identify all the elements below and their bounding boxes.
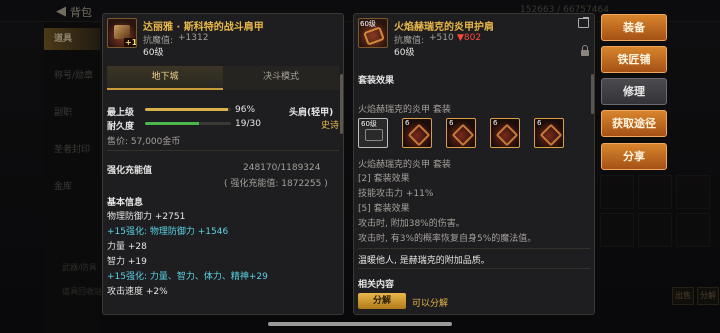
divider (358, 268, 590, 269)
set-item-icon[interactable]: 60级 (358, 118, 388, 148)
disassemble-tag[interactable]: 分解 (358, 293, 406, 309)
set-effect-line: [5] 套装效果 (358, 204, 410, 214)
item-icon-shoulder: +15 (107, 18, 137, 48)
basic-stat-line: 智力 +19 (107, 257, 147, 267)
lock-icon[interactable] (581, 45, 589, 56)
item-level: 60级 (394, 48, 415, 58)
durability-bar (145, 122, 231, 125)
set-effects-list: [2] 套装效果技能攻击力 +11% [5] 套装效果攻击时, 附加38%的伤害。… (358, 172, 590, 247)
durability-label: 耐久度 (107, 122, 135, 132)
compare-panel-right: 60级 火焰赫瑞克的炎甲护肩 抗魔值: +510 ▼802 60级 套装效果 火… (353, 13, 595, 315)
set-effect-line: [2] 套装效果 (358, 174, 410, 184)
basic-stat-line: 力量 +28 (107, 242, 147, 252)
grade-value: 96% (235, 105, 256, 115)
refine-value: 248170/1189324 (243, 163, 321, 173)
set-name-2: 火焰赫瑞克的炎甲 套装 (358, 160, 451, 170)
screen: ◀ 背包 152663 / 66757464 道具 称号/勋章 副职 圣者封印 … (0, 0, 720, 333)
sell-price: 售价: 57,000金币 (107, 137, 181, 147)
rarity-label: 史诗 (321, 121, 340, 131)
scrollbar-thumb[interactable] (591, 74, 594, 114)
enhance-badge: +15 (124, 38, 136, 47)
equip-button[interactable]: 装备 (601, 14, 667, 41)
set-item-icon[interactable]: 6 (534, 118, 564, 148)
share-button[interactable]: 分享 (601, 143, 667, 170)
tab-pvp[interactable]: 决斗模式 (223, 66, 339, 90)
mode-tabs: 地下城 决斗模式 (107, 66, 339, 90)
tab-dungeon[interactable]: 地下城 (107, 66, 223, 90)
item-level: 60级 (143, 48, 164, 58)
item-name: 火焰赫瑞克的炎甲护肩 (394, 22, 494, 33)
related-title: 相关内容 (358, 280, 395, 290)
item-icon-flame-shoulder: 60级 (358, 18, 388, 48)
set-effect-line: 攻击时, 附加38%的伤害。 (358, 219, 465, 229)
basic-info-title: 基本信息 (107, 198, 144, 208)
slot-type: 头肩(轻甲) (289, 108, 334, 118)
blacksmith-button[interactable]: 铁匠铺 (601, 46, 667, 73)
resist-value: +1312 (178, 33, 209, 43)
set-items-row: 60级 6 6 6 6 6 (358, 118, 590, 152)
basic-stat-line: 攻击速度 +2% (107, 287, 168, 297)
grade-label: 最上级 (107, 108, 135, 118)
set-item-icon[interactable]: 6 (446, 118, 476, 148)
set-effect-title: 套装效果 (358, 76, 395, 86)
basic-stat-line: 物理防御力 +2751 (107, 212, 186, 222)
repair-button[interactable]: 修理 (601, 78, 667, 105)
compare-panel-left: +15 达丽雅 · 斯科特的战斗肩甲 抗魔值: +1312 60级 地下城 决斗… (102, 13, 344, 315)
resist-value: +510 (429, 33, 454, 43)
set-item-icon[interactable]: 6 (490, 118, 520, 148)
refine-label: 强化充能值 (107, 166, 153, 176)
basic-info-list: 物理防御力 +2751 +15强化: 物理防御力 +1546 力量 +28 智力 +1… (107, 210, 343, 300)
set-effect-line: 攻击时, 有3%的概率恢复自身5%的魔法值。 (358, 234, 537, 244)
durability-value: 19/30 (235, 119, 261, 129)
grade-bar (145, 108, 231, 111)
share-link-icon[interactable] (578, 17, 589, 28)
refine-sub: ( 强化充能值: 1872255 ) (224, 179, 328, 189)
set-name: 火焰赫瑞克的炎甲 套装 (358, 105, 451, 115)
scrollbar-thumb[interactable] (340, 74, 343, 134)
basic-stat-line: +15强化: 力量、智力、体力、精神+29 (107, 272, 268, 282)
obtain-source-button[interactable]: 获取途径 (601, 110, 667, 137)
item-name: 达丽雅 · 斯科特的战斗肩甲 (143, 22, 264, 33)
basic-stat-line: +15强化: 物理防御力 +1546 (107, 227, 229, 237)
set-item-icon[interactable]: 6 (402, 118, 432, 148)
divider (107, 150, 339, 151)
flavor-text: 温暖他人, 是赫瑞克的附加品质。 (358, 256, 490, 266)
divider (358, 248, 590, 249)
set-effect-line: 技能攻击力 +11% (358, 189, 434, 199)
disassemble-note: 可以分解 (412, 299, 449, 309)
home-indicator (268, 322, 452, 326)
resist-delta: ▼802 (457, 33, 482, 43)
